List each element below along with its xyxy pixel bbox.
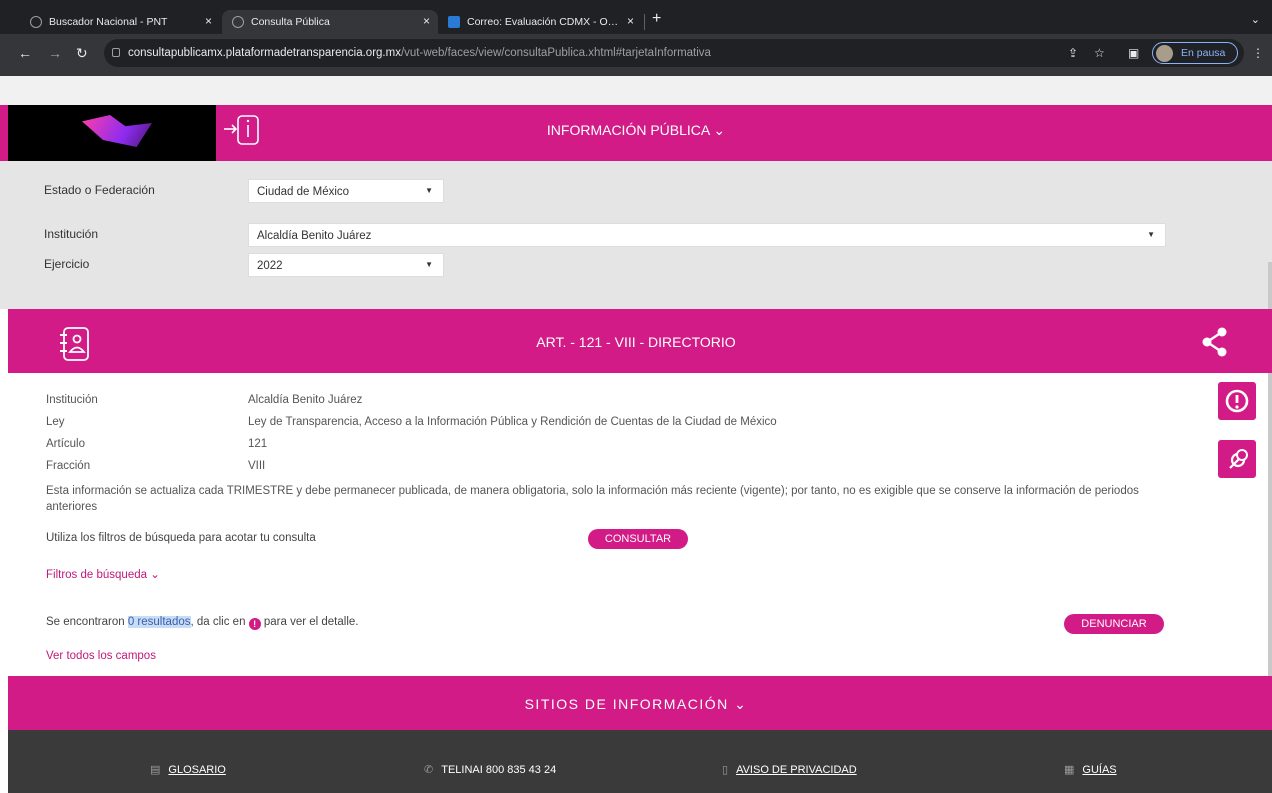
dropdown-arrow-icon: ▼ [1147, 230, 1155, 239]
detail-institution-label: Institución [46, 394, 98, 406]
outlook-icon [448, 16, 460, 28]
tab-search-icon[interactable]: ⌄ [1251, 13, 1260, 26]
url-text[interactable]: consultapublicamx.plataformadetransparen… [128, 47, 711, 59]
top-strip [0, 76, 1272, 105]
denunciar-button[interactable]: DENUNCIAR [1064, 614, 1164, 634]
address-bar: ← → ↻ consultapublicamx.plataformadetran… [0, 34, 1272, 76]
back-icon[interactable]: ← [18, 45, 32, 61]
all-fields-link[interactable]: Ver todos los campos [46, 650, 156, 662]
footer-glossary[interactable]: ▤ GLOSARIO [150, 763, 226, 776]
share-icon[interactable] [1200, 326, 1230, 361]
forward-icon[interactable]: → [48, 45, 62, 61]
wrench-icon[interactable] [1218, 440, 1256, 478]
result-summary: Se encontraron 0 resultados, da clic en … [46, 616, 359, 630]
detail-article-value: 121 [248, 438, 268, 450]
tab-consulta-publica[interactable]: Consulta Pública × [222, 10, 438, 34]
info-dot-icon: ! [248, 618, 261, 630]
state-label: Estado o Federación [44, 183, 155, 197]
footer-privacy[interactable]: ▯ AVISO DE PRIVACIDAD [722, 763, 857, 776]
consultar-button[interactable]: CONSULTAR [588, 529, 688, 549]
article-title: ART. - 121 - VIII - DIRECTORIO [536, 334, 736, 350]
share-page-icon[interactable]: ⇪ [1068, 46, 1078, 60]
detail-fraction-value: VIII [248, 460, 266, 472]
close-tab-icon[interactable]: × [205, 14, 212, 28]
browser-menu-icon[interactable]: ⋮ [1252, 46, 1264, 60]
search-filters-toggle[interactable]: Filtros de búsqueda ⌄ [46, 567, 160, 581]
close-tab-icon[interactable]: × [423, 14, 430, 28]
result-count: 0 resultados [127, 616, 191, 628]
close-tab-icon[interactable]: × [627, 14, 634, 28]
footer [8, 730, 1272, 793]
year-select[interactable]: 2022 ▼ [248, 253, 444, 277]
reload-icon[interactable]: ↻ [76, 45, 88, 62]
dropdown-arrow-icon: ▼ [425, 260, 433, 269]
profile-button[interactable]: En pausa [1152, 42, 1238, 64]
footer-guides[interactable]: ▦ GUÍAS [1064, 763, 1117, 776]
year-label: Ejercicio [44, 257, 90, 271]
globe-icon [30, 16, 42, 28]
informacion-publica-menu[interactable]: INFORMACIÓN PÚBLICA ⌄ [0, 122, 1272, 139]
browser-tab-bar: Buscador Nacional - PNT × Consulta Públi… [0, 0, 1272, 34]
detail-article-label: Artículo [46, 438, 85, 450]
globe-icon [232, 16, 244, 28]
guide-icon: ▦ [1064, 764, 1075, 776]
detail-fraction-label: Fracción [46, 460, 91, 472]
tab-separator [644, 14, 645, 30]
new-tab-button[interactable]: + [652, 10, 661, 28]
institution-label: Institución [44, 227, 99, 241]
book-icon: ▤ [150, 764, 161, 776]
dropdown-arrow-icon: ▼ [425, 186, 433, 195]
update-note: Esta información se actualiza cada TRIME… [46, 485, 1139, 513]
bookmark-star-icon[interactable]: ☆ [1094, 46, 1105, 60]
alert-icon[interactable] [1218, 382, 1256, 420]
state-select[interactable]: Ciudad de México ▼ [248, 179, 444, 203]
phone-icon: ✆ [424, 764, 434, 776]
search-hint: Utiliza los filtros de búsqueda para aco… [46, 532, 316, 544]
avatar [1156, 45, 1173, 62]
detail-law-value: Ley de Transparencia, Acceso a la Inform… [248, 416, 777, 428]
document-icon: ▯ [722, 764, 729, 776]
tab-correo[interactable]: Correo: Evaluación CDMX - O… × [438, 10, 642, 34]
side-panel-icon[interactable]: ▣ [1128, 46, 1139, 60]
footer-telinai: ✆ TELINAI 800 835 43 24 [424, 764, 557, 776]
detail-institution-value: Alcaldía Benito Juárez [248, 394, 363, 406]
detail-law-label: Ley [46, 416, 65, 428]
institution-select[interactable]: Alcaldía Benito Juárez ▼ [248, 223, 1166, 247]
tab-buscador[interactable]: Buscador Nacional - PNT × [20, 10, 220, 34]
lock-icon [112, 48, 120, 57]
sitios-toggle[interactable]: SITIOS DE INFORMACIÓN ⌄ [0, 696, 1272, 713]
